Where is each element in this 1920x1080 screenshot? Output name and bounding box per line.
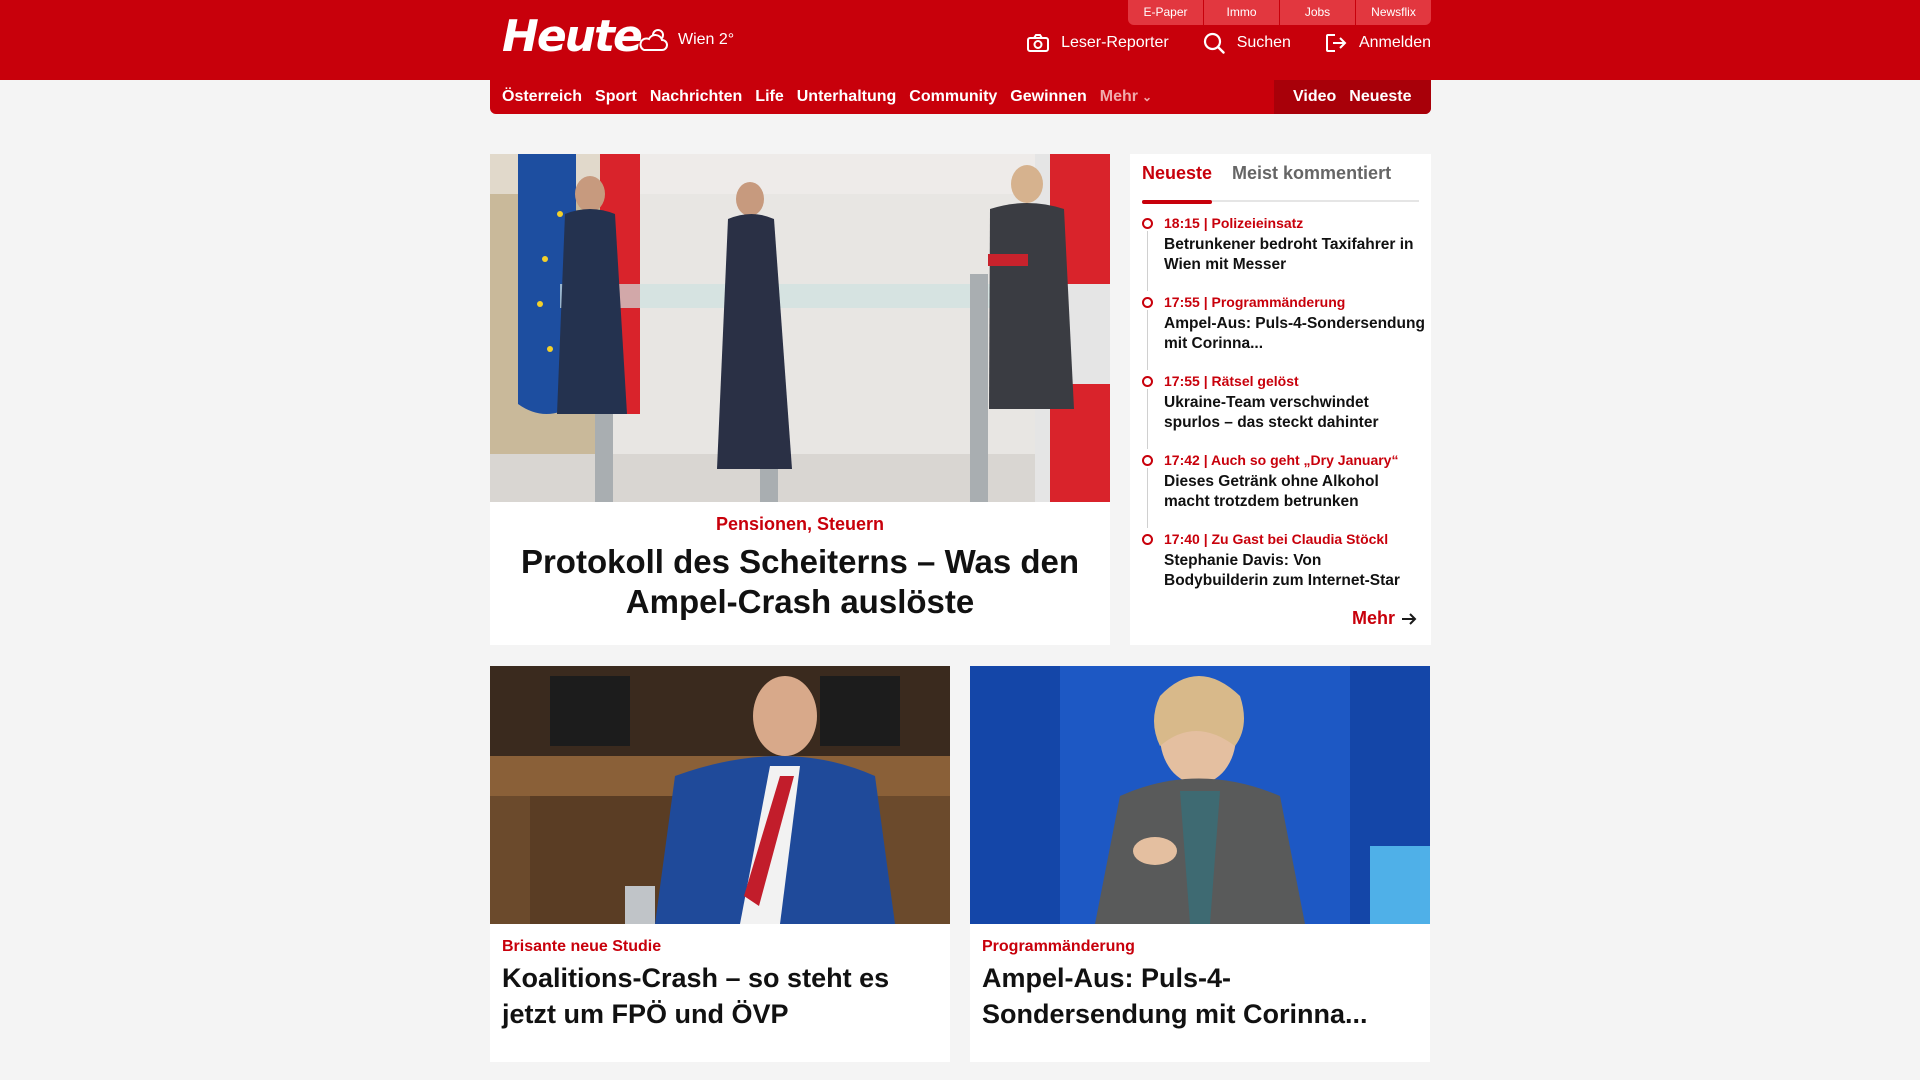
nav-more-label: Mehr (1099, 88, 1138, 105)
article-kicker: Brisante neue Studie (502, 938, 662, 955)
news-timeline: 18:15 | Polizeieinsatz Betrunkener bedro… (1142, 214, 1427, 609)
nav-item-oesterreich[interactable]: Österreich (502, 88, 582, 106)
cloud-sun-icon (639, 29, 668, 51)
nav-item-community[interactable]: Community (909, 88, 997, 106)
timeline-dot-icon (1142, 376, 1153, 387)
main-navigation: Österreich Sport Nachrichten Life Unterh… (490, 80, 1431, 114)
timeline-dot-icon (1142, 534, 1153, 545)
search-button[interactable]: Suchen (1203, 32, 1291, 54)
news-title[interactable]: Dieses Getränk ohne Alkohol macht trotzd… (1164, 472, 1427, 512)
news-meta: 17:55 | Rätsel gelöst (1164, 373, 1299, 389)
hero-headline[interactable]: Protokoll des Scheiterns – Was den Ampel… (510, 542, 1090, 622)
nav-item-sport[interactable]: Sport (595, 88, 637, 106)
hero-article[interactable]: Pensionen, Steuern Protokoll des Scheite… (490, 154, 1110, 645)
leser-reporter-label: Leser-Reporter (1061, 34, 1169, 51)
search-icon (1203, 32, 1225, 54)
timeline-line (1147, 310, 1148, 370)
list-item[interactable]: 17:40 | Zu Gast bei Claudia Stöckl Steph… (1142, 530, 1427, 609)
news-title[interactable]: Ampel-Aus: Puls-4-Sondersendung mit Cori… (1164, 314, 1427, 354)
service-tab-immo[interactable]: Immo (1204, 0, 1279, 25)
timeline-line (1147, 231, 1148, 291)
timeline-dot-icon (1142, 455, 1153, 466)
service-tabs: E-Paper Immo Jobs Newsflix (1127, 0, 1431, 25)
leser-reporter-button[interactable]: Leser-Reporter (1027, 34, 1169, 52)
latest-news-sidebar: Neueste Meist kommentiert 18:15 | Polize… (1130, 154, 1431, 645)
nav-item-video[interactable]: Video (1293, 88, 1336, 106)
article-photo (970, 666, 1430, 924)
weather-widget[interactable]: Wien 2° (638, 26, 734, 54)
search-label: Suchen (1236, 34, 1291, 51)
service-tab-jobs[interactable]: Jobs (1280, 0, 1355, 25)
login-label: Anmelden (1358, 34, 1431, 51)
header-actions: Leser-Reporter Suchen Anmelden (993, 32, 1431, 54)
timeline-dot-icon (1142, 218, 1153, 229)
timeline-line (1147, 468, 1148, 528)
service-tab-newsflix[interactable]: Newsflix (1356, 0, 1431, 25)
news-meta: 17:42 | Auch so geht „Dry January“ (1164, 452, 1399, 468)
timeline-dot-icon (1142, 297, 1153, 308)
article-photo (490, 666, 950, 924)
header-row: Heute Wien 2° E-Paper Immo Jobs Newsflix… (490, 0, 1431, 80)
tab-meist-kommentiert[interactable]: Meist kommentiert (1232, 162, 1391, 202)
nav-item-gewinnen[interactable]: Gewinnen (1010, 88, 1086, 106)
article-card[interactable]: Programmänderung Ampel-Aus: Puls-4-Sonde… (970, 666, 1430, 1062)
article-headline[interactable]: Ampel-Aus: Puls-4-Sondersendung mit Cori… (982, 960, 1412, 1032)
news-title[interactable]: Ukraine-Team verschwindet spurlos – das … (1164, 393, 1427, 433)
news-title[interactable]: Betrunkener bedroht Taxifahrer in Wien m… (1164, 235, 1427, 275)
list-item[interactable]: 17:55 | Rätsel gelöst Ukraine-Team versc… (1142, 372, 1427, 451)
list-item[interactable]: 17:55 | Programmänderung Ampel-Aus: Puls… (1142, 293, 1427, 372)
timeline-line (1147, 389, 1148, 449)
nav-item-life[interactable]: Life (755, 88, 783, 106)
hero-image[interactable] (490, 154, 1110, 502)
nav-item-nachrichten[interactable]: Nachrichten (650, 88, 742, 106)
service-tab-epaper[interactable]: E-Paper (1128, 0, 1203, 25)
list-item[interactable]: 18:15 | Polizeieinsatz Betrunkener bedro… (1142, 214, 1427, 293)
nav-item-neueste[interactable]: Neueste (1349, 88, 1411, 106)
camera-icon (1027, 34, 1050, 52)
sidebar-more-label: Mehr (1351, 608, 1395, 628)
tab-neueste[interactable]: Neueste (1142, 162, 1213, 204)
weather-text: Wien 2° (678, 31, 735, 48)
site-logo[interactable]: Heute (502, 12, 643, 62)
news-meta: 18:15 | Polizeieinsatz (1164, 215, 1304, 231)
hero-photo (490, 154, 1110, 502)
nav-more-dropdown[interactable]: Mehr ⌄ (1100, 88, 1152, 106)
article-image[interactable] (970, 666, 1430, 924)
article-image[interactable] (490, 666, 950, 924)
article-card[interactable]: Brisante neue Studie Koalitions-Crash – … (490, 666, 950, 1062)
news-title[interactable]: Stephanie Davis: Von Bodybuilderin zum I… (1164, 551, 1427, 591)
sidebar-more-link[interactable]: Mehr (1352, 608, 1417, 629)
article-kicker: Programmänderung (982, 938, 1135, 955)
chevron-down-icon: ⌄ (1141, 90, 1153, 104)
arrow-right-icon (1402, 612, 1417, 625)
news-meta: 17:40 | Zu Gast bei Claudia Stöckl (1164, 531, 1389, 547)
news-meta: 17:55 | Programmänderung (1164, 294, 1346, 310)
nav-quick-links: Video Neueste (1274, 80, 1431, 114)
login-button[interactable]: Anmelden (1325, 33, 1431, 53)
list-item[interactable]: 17:42 | Auch so geht „Dry January“ Diese… (1142, 451, 1427, 530)
nav-sections: Österreich Sport Nachrichten Life Unterh… (502, 80, 1152, 114)
nav-item-unterhaltung[interactable]: Unterhaltung (797, 88, 897, 106)
hero-kicker: Pensionen, Steuern (715, 514, 885, 534)
login-icon (1325, 34, 1347, 52)
article-headline[interactable]: Koalitions-Crash – so steht es jetzt um … (502, 960, 932, 1032)
sidebar-tabs: Neueste Meist kommentiert (1142, 162, 1419, 204)
